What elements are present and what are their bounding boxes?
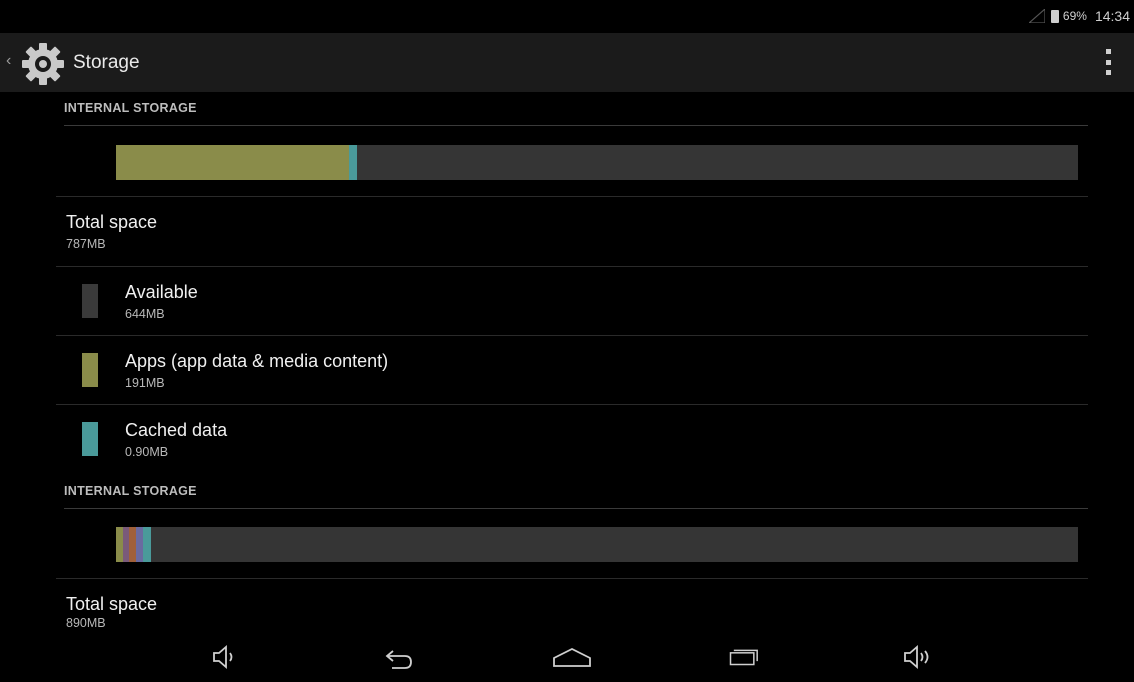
storage-usage-bar xyxy=(116,527,1078,562)
cached-data-value: 0.90MB xyxy=(125,445,169,459)
back-chevron-icon[interactable]: ‹ xyxy=(6,52,11,70)
usage-segment xyxy=(142,527,151,562)
usage-segment xyxy=(136,527,143,562)
section-header: INTERNAL STORAGE xyxy=(64,484,1088,509)
usage-segment xyxy=(116,527,123,562)
total-space-label: Total space xyxy=(66,212,158,232)
page-title: Storage xyxy=(73,52,140,73)
usage-segment xyxy=(349,145,357,180)
available-label: Available xyxy=(125,282,198,302)
battery-icon xyxy=(1050,9,1059,23)
action-bar: ‹ Storage xyxy=(0,33,1134,92)
volume-up-icon[interactable] xyxy=(902,644,932,670)
usage-segment xyxy=(129,527,137,562)
cached-data-swatch xyxy=(82,422,98,456)
apps-label: Apps (app data & media content) xyxy=(125,351,389,371)
available-value: 644MB xyxy=(125,307,165,321)
back-icon[interactable] xyxy=(384,644,414,670)
signal-icon xyxy=(1028,9,1045,23)
divider xyxy=(56,266,1088,267)
clock: 14:34 xyxy=(1094,8,1130,24)
total-space-label: Total space xyxy=(66,594,158,614)
available-swatch xyxy=(82,284,98,318)
divider xyxy=(56,404,1088,405)
apps-swatch xyxy=(82,353,98,387)
usage-segment xyxy=(122,527,130,562)
total-space-value: 890MB xyxy=(66,616,106,630)
section-header: INTERNAL STORAGE xyxy=(64,101,1088,126)
total-space-value: 787MB xyxy=(66,237,106,251)
status-bar: 69% 14:34 xyxy=(0,0,1134,33)
divider xyxy=(56,578,1088,579)
divider xyxy=(56,335,1088,336)
usage-segment xyxy=(116,145,350,180)
navigation-bar xyxy=(0,630,1134,682)
cached-data-label: Cached data xyxy=(125,420,228,440)
recents-icon[interactable] xyxy=(728,644,758,670)
volume-down-icon[interactable] xyxy=(210,644,240,670)
gear-icon[interactable] xyxy=(20,41,66,87)
status-indicators: 69% 14:34 xyxy=(1028,8,1130,24)
battery-percent: 69% xyxy=(1062,9,1087,23)
home-icon[interactable] xyxy=(552,644,592,670)
apps-value: 191MB xyxy=(125,376,165,390)
storage-usage-bar xyxy=(116,145,1078,180)
overflow-menu-icon[interactable] xyxy=(1106,49,1112,75)
divider xyxy=(56,196,1088,197)
